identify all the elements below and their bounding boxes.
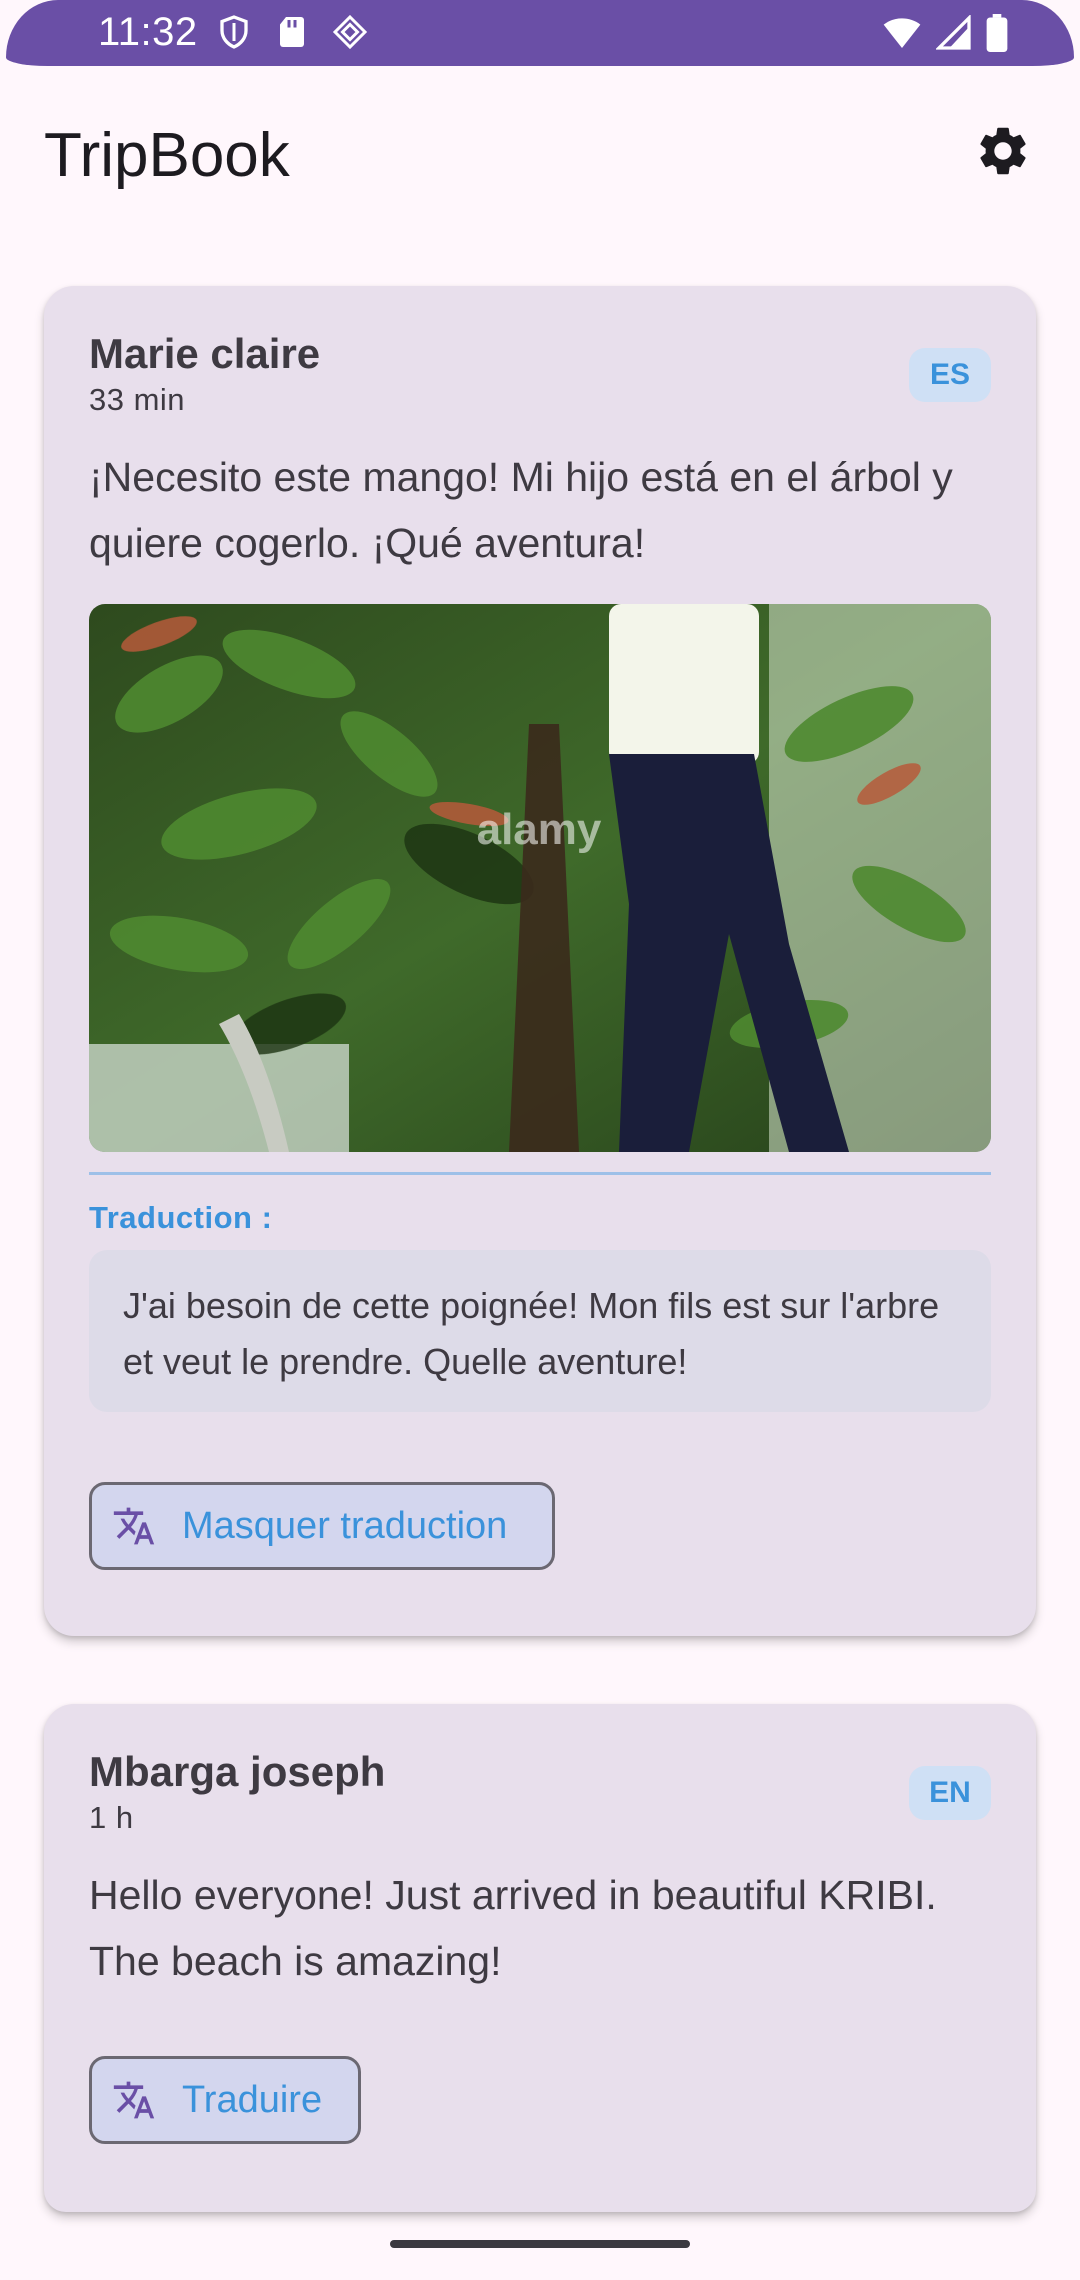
hide-translation-button[interactable]: Masquer traduction [89,1482,555,1570]
translate-label: Traduire [182,2078,323,2121]
status-time: 11:32 [98,10,198,54]
app-title: TripBook [44,121,290,190]
settings-button[interactable] [970,118,1036,184]
battery-icon [986,14,1008,52]
post-card: Marie claire 33 min ES ¡Necesito este ma… [44,286,1036,1636]
language-badge: ES [909,348,991,402]
signal-icon [936,15,971,50]
language-badge: EN [909,1766,991,1820]
post-time: 33 min [89,382,186,417]
home-indicator[interactable] [390,2240,690,2248]
translate-icon [113,1507,155,1545]
post-author: Marie claire [89,330,321,377]
post-author: Mbarga joseph [89,1748,386,1795]
shield-icon [220,15,248,49]
post-text: ¡Necesito este mango! Mi hijo está en el… [89,454,953,566]
post-text: Hello everyone! Just arrived in beautifu… [89,1872,937,1984]
translation-text: J'ai besoin de cette poignée! Mon fils e… [89,1250,991,1412]
app-bar: TripBook [0,66,1080,246]
translate-button[interactable]: Traduire [89,2056,361,2144]
hide-translation-label: Masquer traduction [182,1504,508,1547]
diamond-icon [332,14,368,50]
status-bar: 11:32 [6,0,1074,66]
translation-label: Traduction : [89,1200,273,1235]
gear-icon[interactable] [974,122,1032,180]
post-photo[interactable]: alamy [89,604,991,1152]
wifi-icon [883,18,921,48]
post-card: Mbarga joseph 1 h EN Hello everyone! Jus… [44,1704,1036,2212]
photo-watermark: alamy [477,805,602,854]
post-time: 1 h [89,1800,134,1835]
sd-card-icon [280,17,304,47]
translation-divider [89,1172,991,1175]
translate-icon [113,2081,155,2119]
